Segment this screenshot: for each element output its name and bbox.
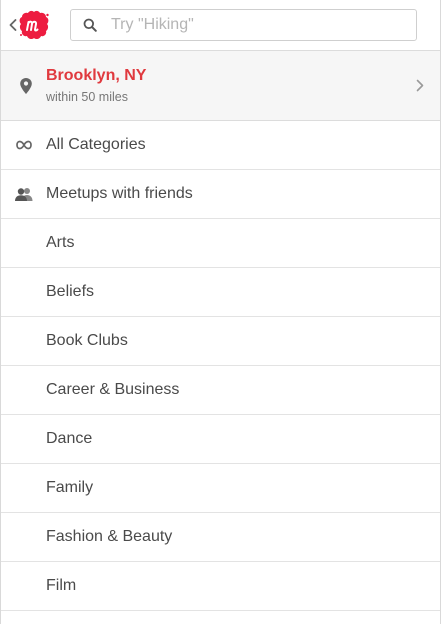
category-panel: Brooklyn, NY within 50 miles All Categor… [0,0,441,624]
category-label: Dance [46,430,93,447]
category-item-fashion-beauty[interactable]: Fashion & Beauty [1,513,440,562]
category-item-book-clubs[interactable]: Book Clubs [1,317,440,366]
chevron-left-icon [9,19,17,31]
category-list: All Categories Meetups with friends Arts… [1,121,440,611]
location-radius: within 50 miles [46,89,128,104]
category-item-friends[interactable]: Meetups with friends [1,170,440,219]
category-item-family[interactable]: Family [1,464,440,513]
category-label: Film [46,577,77,594]
category-item-career-business[interactable]: Career & Business [1,366,440,415]
category-label: Family [46,479,94,496]
back-button[interactable] [9,9,50,41]
category-label: Career & Business [46,381,180,398]
category-label: All Categories [46,136,146,153]
category-item-all[interactable]: All Categories [1,121,440,170]
category-label: Book Clubs [46,332,128,349]
category-item-beliefs[interactable]: Beliefs [1,268,440,317]
category-label: Fashion & Beauty [46,528,173,545]
meetup-logo-icon [19,10,49,40]
category-label: Meetups with friends [46,185,193,202]
location-selector[interactable]: Brooklyn, NY within 50 miles [1,51,440,121]
location-city: Brooklyn, NY [46,66,147,84]
category-item-film[interactable]: Film [1,562,440,611]
category-item-dance[interactable]: Dance [1,415,440,464]
infinity-icon [15,140,32,150]
search-input[interactable] [111,16,416,34]
friends-icon [14,188,32,201]
header [1,0,440,51]
category-label: Beliefs [46,283,95,300]
location-text: Brooklyn, NY within 50 miles [46,66,416,106]
map-pin-icon [20,77,32,94]
category-item-arts[interactable]: Arts [1,219,440,268]
search-box[interactable] [70,9,417,41]
category-label: Arts [46,234,75,251]
search-icon [83,18,97,32]
chevron-right-icon [416,79,424,92]
